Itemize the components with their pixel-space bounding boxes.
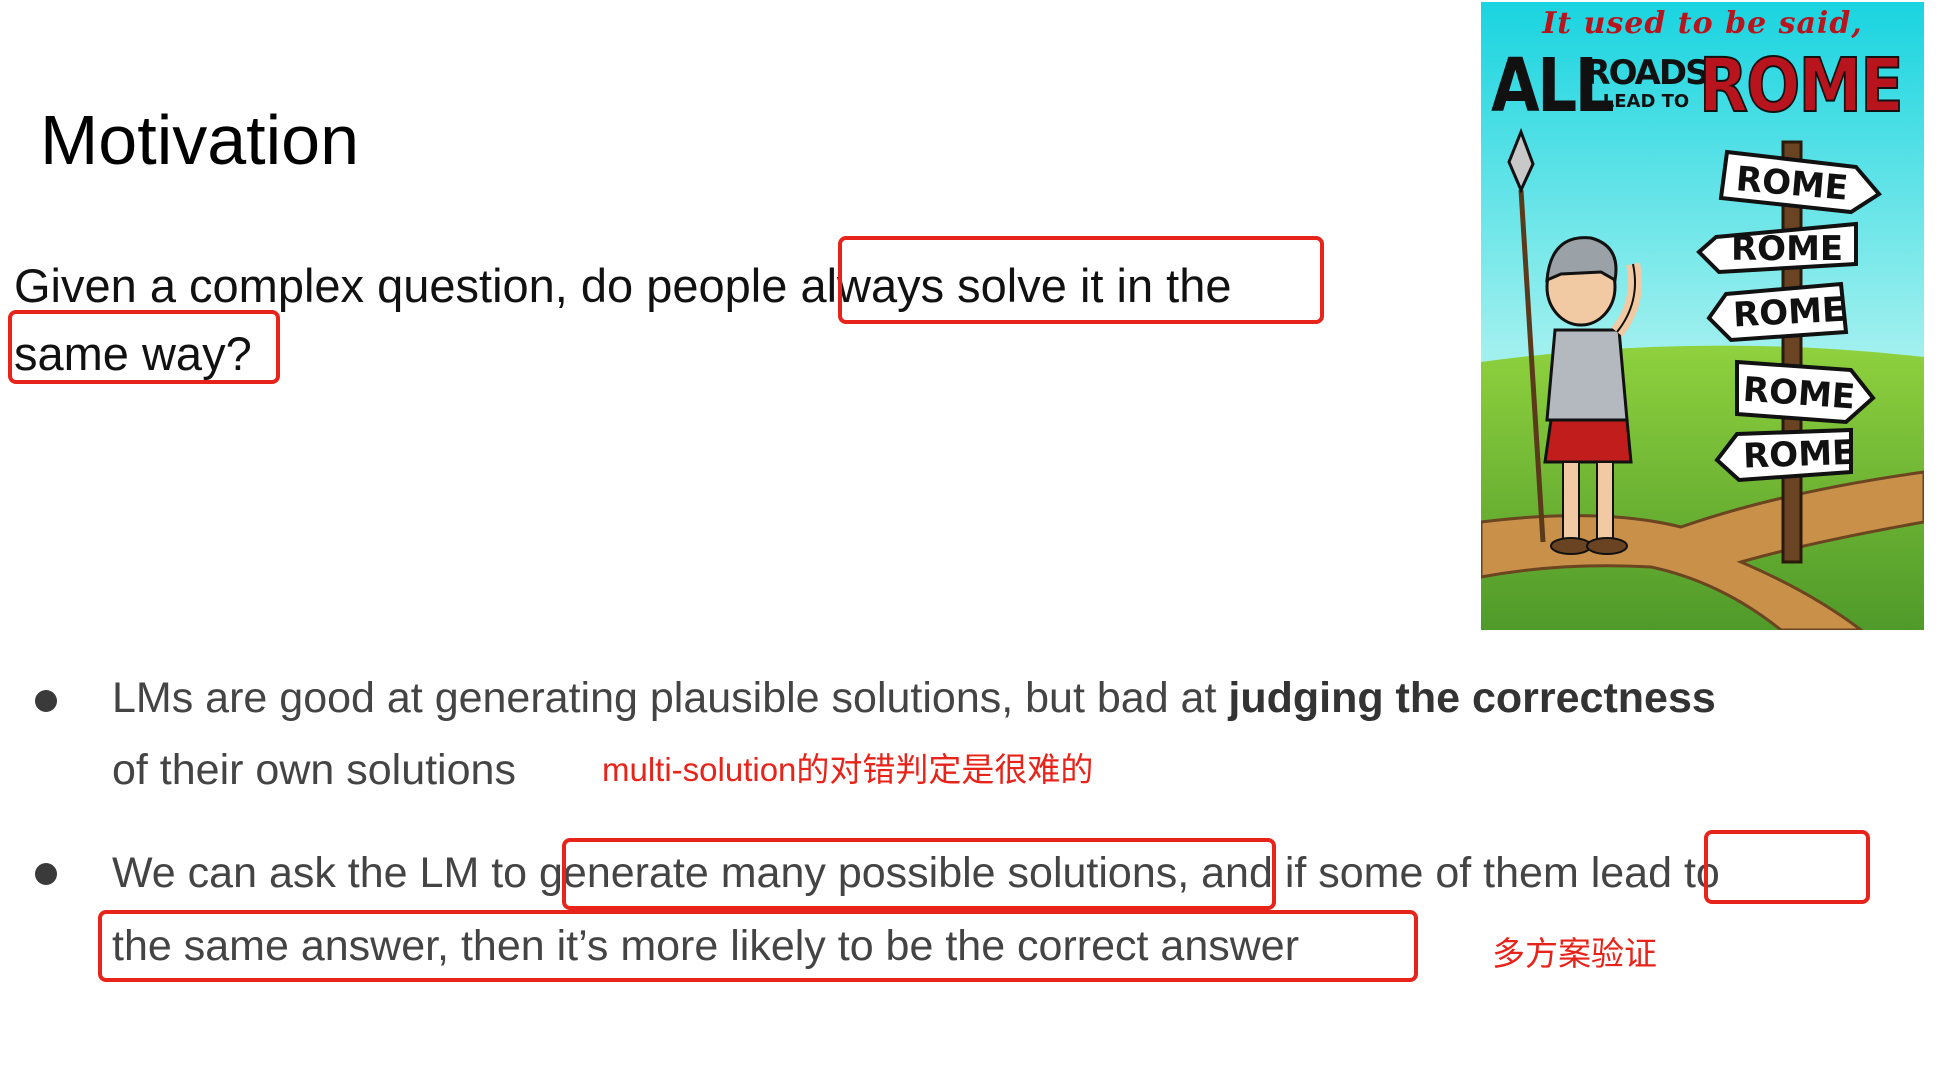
annotation-multi-solution: multi-solution的对错判定是很难的 bbox=[602, 751, 1094, 788]
bullet-marker bbox=[35, 863, 57, 885]
sign-label: ROME bbox=[1742, 370, 1857, 418]
bullet-1-bold-text: judging the correctness bbox=[1228, 674, 1716, 722]
poster-roads-text: ROADS bbox=[1584, 53, 1709, 93]
sign-label: ROME bbox=[1742, 433, 1855, 477]
sign-label: ROME bbox=[1731, 229, 1843, 269]
bullet-1-line-2: of their own solutions bbox=[112, 746, 516, 794]
highlight-lead-to bbox=[1704, 830, 1870, 904]
poster-word-roads: ROADS LEAD TO bbox=[1581, 54, 1711, 112]
poster-caption: It used to be said, bbox=[1542, 6, 1863, 41]
poster-word-rome: ROME bbox=[1698, 43, 1904, 129]
bullet-2-line-2: the same answer, then it’s more likely t… bbox=[112, 922, 1300, 970]
annotation-multi-verification: 多方案验证 bbox=[1492, 935, 1657, 972]
poster-lead-to-text: LEAD TO bbox=[1602, 91, 1690, 112]
bullet-1-line-1: LMs are good at generating plausible sol… bbox=[112, 668, 1716, 728]
sign-label: ROME bbox=[1732, 290, 1846, 336]
all-roads-lead-to-rome-poster: ROME ROME ROME ROME ROME It used to be s… bbox=[1481, 2, 1924, 630]
bullet-1-regular-text: LMs are good at generating plausible sol… bbox=[112, 674, 1229, 722]
slide: Motivation Given a complex question, do … bbox=[0, 0, 1940, 1072]
bullet-2-line-1: We can ask the LM to generate many possi… bbox=[112, 849, 1720, 897]
bullet-marker bbox=[35, 690, 57, 712]
